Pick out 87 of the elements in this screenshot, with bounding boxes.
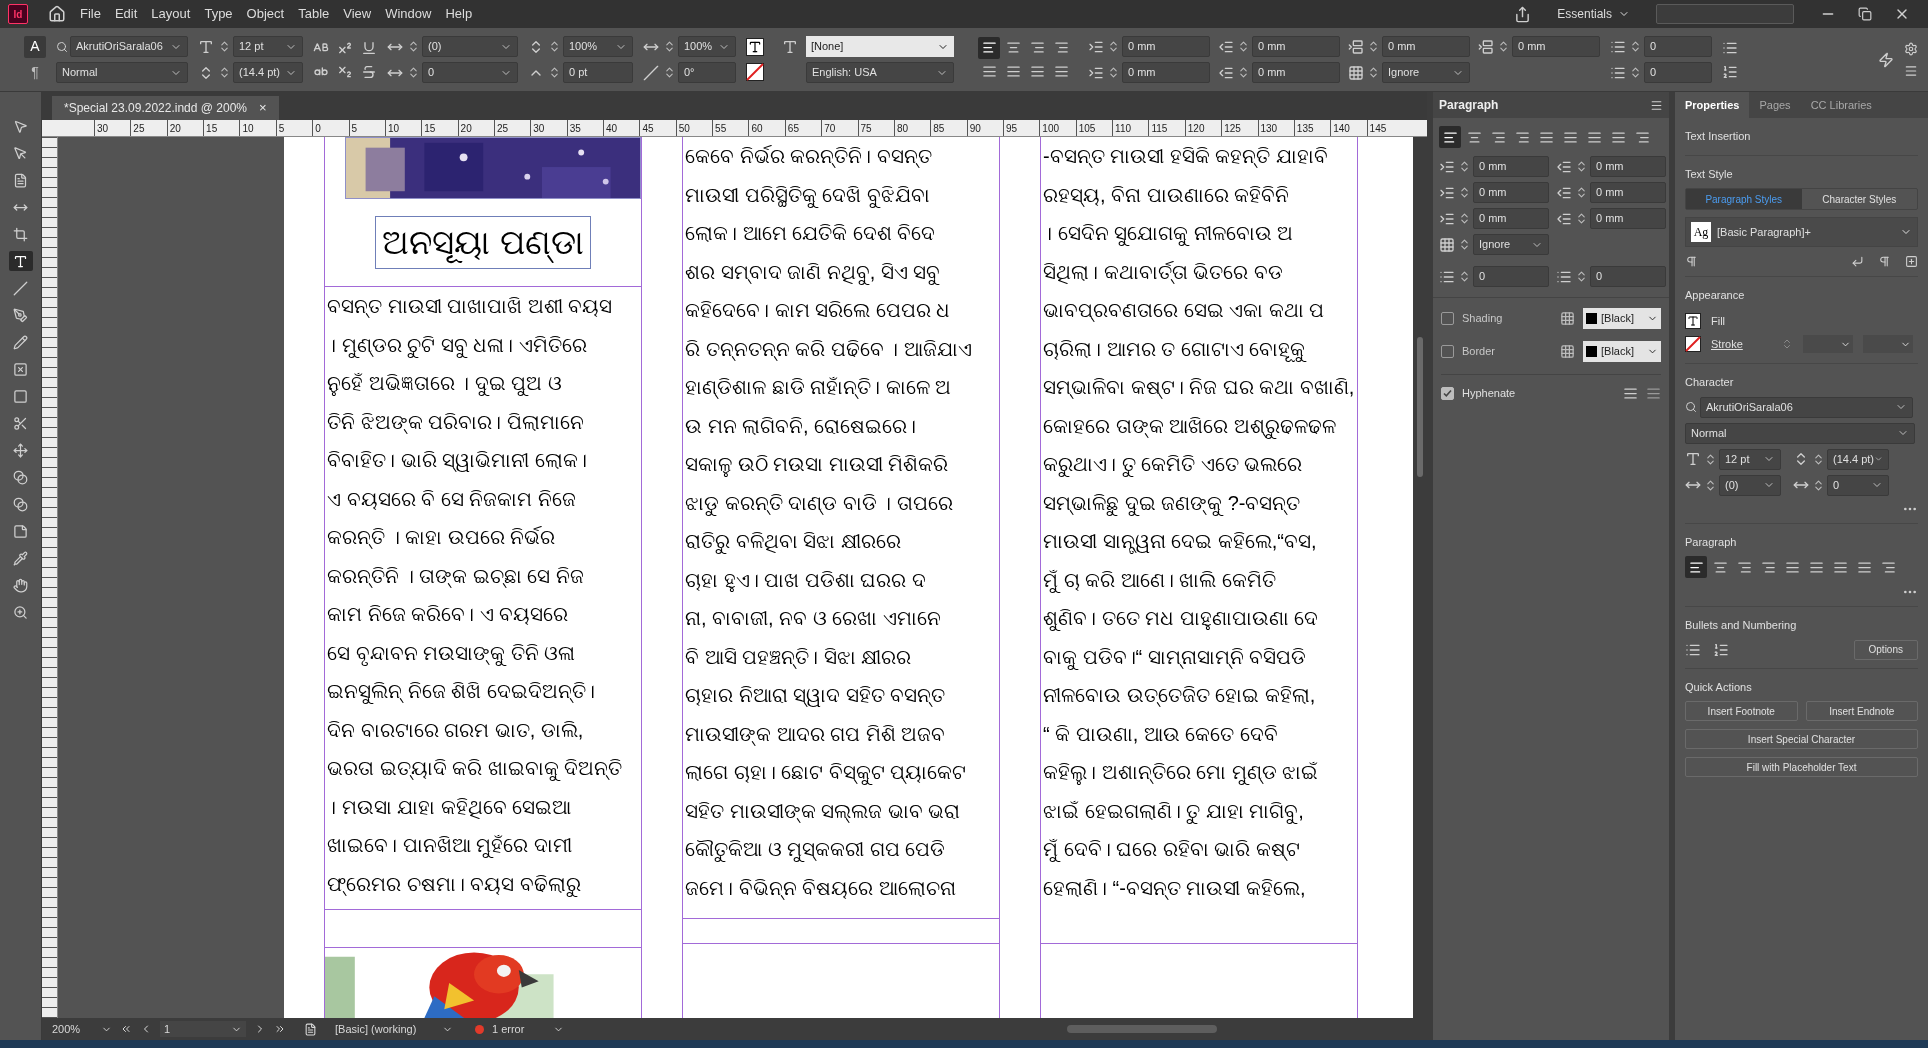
- input-field[interactable]: Normal: [1685, 422, 1915, 444]
- input-field[interactable]: 0 mm: [1512, 36, 1600, 57]
- section-title: Text Insertion: [1685, 118, 1918, 156]
- color-field[interactable]: [Black]: [1583, 308, 1661, 329]
- input-field[interactable]: English: USA: [806, 62, 954, 83]
- input-field[interactable]: (14.4 pt): [1827, 448, 1889, 470]
- menu-item[interactable]: Table: [298, 4, 330, 24]
- color-field[interactable]: [Black]: [1583, 341, 1661, 362]
- input-field[interactable]: (0): [1719, 474, 1781, 496]
- panel-tab[interactable]: CC Libraries: [1800, 92, 1882, 118]
- section-title: Character: [1685, 375, 1735, 390]
- section-title: Bullets and Numbering: [1685, 618, 1798, 633]
- input-field[interactable]: 0: [1473, 266, 1549, 287]
- input-field[interactable]: 0°: [678, 62, 736, 83]
- article-heading: ଅନସୂୟା ପଣ୍ଡା: [375, 216, 591, 269]
- options-button[interactable]: Options: [1853, 639, 1918, 660]
- input-field[interactable]: 0 mm: [1252, 36, 1340, 57]
- style-tab[interactable]: Paragraph Styles: [1686, 189, 1802, 209]
- input-field[interactable]: 0: [1590, 266, 1666, 287]
- input-field[interactable]: 12 pt: [233, 36, 303, 57]
- option-label: Border: [1462, 344, 1496, 360]
- input-field[interactable]: 0 mm: [1590, 156, 1666, 177]
- body-text: -ବସନ୍ତ ମାଉସୀ ହସିକି କହନ୍ତି ଯାହାବି ରହସ୍ୟ, ବିନା ପାଉଣାରେ କହିବିନି । ସେଦିନ ସୁଯୋଗକୁ ନୀଳବୋଉ ଅ ସିଥିଲା। କଥାବାର୍ତ୍ତା ଭିତରେ ବଡ ଭାବପ୍ରବଣତାରେ ସେଇ ଏକା କଥା ପ ଚାରିଲା। ଆମର ତ ଗୋଟାଏ ବୋହୂକୁ ସମ୍ଭାଳିବା କଷ୍ଟ। ନିଜ ଘର କଥା ବଖାଣି, କୋହରେ ତାଙ୍କ ଆଖିରେ ଅଶ୍ରୁଢଳଢଳ କରୁଥାଏ। ତୁ କେମିତି ଏତେ ଭଲରେ ସମ୍ଭାଳିଛୁ ଦୁଇ ଜଣଙ୍କୁ ?-ବସନ୍ତ ମାଉସୀ ସାନ୍ତ୍ୱନା ଦେଇ କହିଲେ,“ବସ, ମୁଁ ଚା କରି ଆଣେ। ଖାଲି କେମିତି ଶୁଣିବ। ତତେ ମଧ ପାହୁଣାପାଉଣା ଦେ ବାକୁ ପଡିବ।“ ସାମ୍ନାସାମ୍ନି ବସିପଡି ନୀଳବୋଉ ଉତ୍ତେଜିତ ହୋଇ କହିଲା, “ କି ପାଉଣା, ଆଉ କେତେ ଦେବି କହିଲୁ। ଅଶାନ୍ତିରେ ମୋ ମୁଣ୍ଡ ଝାଇଁ ଝାଇଁ ହେଇଗଲାଣି। ତୁ ଯାହା ମାଗିବୁ, ମୁଁ ଦେବି। ଘରେ ରହିବା ଭାରି କଷ୍ଟ ହେଲାଣି। “-ବସନ୍ତ ମାଉସୀ କହିଲେ,: [1042, 144, 1356, 902]
- input-field[interactable]: 0 mm: [1590, 182, 1666, 203]
- action-button[interactable]: Fill with Placeholder Text: [1685, 757, 1918, 777]
- body-text: ବସନ୍ତ ମାଉସୀ ପାଖାପାଖି ଅଶୀ ବୟସ । ମୁଣ୍ଡର ଚୁଟି ସବୁ ଧଳା। ଏମିତିରେ ନୁହେଁ ଅଭିଜ୍ଞତାରେ । ଦୁଇ ପୁଅ ଓ ତିନି ଝିଅଙ୍କ ପରିବାର। ପିଲାମାନେ ବିବାହିତ। ଭାରି ସ୍ୱାଭିମାନୀ ଲୋକ। ଏ ବୟସରେ ବି ସେ ନିଜକାମ ନିଜେ କରନ୍ତି । କାହା ଉପରେ ନିର୍ଭର କରନ୍ତିନି । ତାଙ୍କ ଇଚ୍ଛା ସେ ନିଜ କାମ ନିଜେ କରିବେ। ଏ ବୟସରେ ସେ ବୃନ୍ଦାବନ ମଉସାଙ୍କୁ ତିନି ଓଳା ଇନସୁଲିନ୍ ନିଜେ ଶିଖି ଦେଇଦିଅନ୍ତି। ଦିନ ବାରଟାରେ ଗରମ ଭାତ, ଡାଲି, ଭରତା ଇତ୍ୟାଦି କରି ଖାଇବାକୁ ଦିଅନ୍ତି । ମଉସା ଯାହା କହିଥିବେ ସେଇଆ ଖାଇବେ। ପାନଖିଆ ମୁହଁରେ ଦାମୀ ଫ୍ରେମର ଚଷମା। ବୟସ ବଢିଲାରୁ: [326, 294, 624, 899]
- input-field[interactable]: 12 pt: [1719, 448, 1781, 470]
- action-button[interactable]: Insert Endnote: [1805, 701, 1918, 721]
- menu-item[interactable]: Object: [246, 4, 285, 24]
- mode-button[interactable]: ¶: [24, 61, 46, 84]
- workspace-switcher[interactable]: Essentials: [1557, 5, 1630, 23]
- option-label: Hyphenate: [1462, 386, 1516, 401]
- menu-item[interactable]: Window: [385, 4, 432, 24]
- mode-button[interactable]: A: [24, 35, 46, 58]
- input-field[interactable]: (14.4 pt): [233, 62, 303, 83]
- menu-item[interactable]: File: [80, 4, 101, 24]
- input-field[interactable]: 0 mm: [1473, 156, 1549, 177]
- input-field[interactable]: AkrutiOriSarala06: [70, 36, 188, 57]
- input-field[interactable]: 0: [1644, 36, 1712, 57]
- section-title: Paragraph: [1685, 534, 1738, 550]
- menu-item[interactable]: Layout: [151, 4, 191, 24]
- input-field[interactable]: 0 mm: [1252, 62, 1340, 83]
- style-badge: Ag: [1691, 222, 1711, 242]
- panel-tab[interactable]: Properties: [1675, 92, 1750, 118]
- section-title: Text Style: [1685, 166, 1734, 182]
- input-field[interactable]: 0 mm: [1382, 36, 1470, 57]
- input-field[interactable]: Ignore: [1382, 62, 1470, 83]
- fill-label: Fill: [1711, 313, 1726, 329]
- menu-item[interactable]: View: [343, 4, 372, 24]
- body-text: କେବେ ନିର୍ଭର କରନ୍ତିନି। ବସନ୍ତ ମାଉସୀ ପରିସ୍ଥିତିକୁ ଦେଖି ବୁଝିଯିବା ଲୋକ। ଆମେ ଯେତିକି ଦେଶ ବିଦେ ଶର ସମ୍ବାଦ ଜାଣି ନଥିବୁ, ସିଏ ସବୁ କହିଦେବେ। କାମ ସରିଲେ ପେପର ଧ ରି ତନ୍ନତନ୍ନ କରି ପଢିବେ । ଆଜିଯାଏ ହାଣ୍ଡିଶାଳ ଛାଡି ନାହାଁନ୍ତି। କାଳେ ଅ ଉ ମନ ଲାଗିବନି, ରୋଷେଇରେ। ସକାଳୁ ଉଠି ମଉସା ମାଉସୀ ମିଶିକରି ଝାଡୁ କରନ୍ତି ଦାଣ୍ଡ ବାଡି । ତାପରେ ରାତିରୁ ବଳିଥିବା ସିଝା କ୍ଷୀରରେ ଚାହା ହୁଏ। ପାଖ ପଡିଶା ଘରର ଦ ନା, ବାବାଜୀ, ନବ ଓ ରେଖା ଏମାନେ ବି ଆସି ପହଞ୍ଚନ୍ତି। ସିଝା କ୍ଷୀରର ଚାହାର ନିଆରା ସ୍ୱାଦ ସହିତ ବସନ୍ତ ମାଉସୀଙ୍କ ଆଦର ଗପ ମିଶି ଅଜବ ଲାଗେ ଚାହା। ଛୋଟ ବିସ୍କୁଟ ପ୍ୟାକେଟ ସହିତ ମାଉସୀଙ୍କ ସଲ୍ଲଜ ଭାବ ଭରା କୌତୁକିଆ ଓ ମୁସ୍କକରୀ ଗପ ପେଡି ଜମେ। ବିଭିନ୍ନ ବିଷୟରେ ଆଲୋଚନା: [684, 144, 973, 902]
- input-field[interactable]: 0: [422, 62, 518, 83]
- preflight-field[interactable]: 1 error: [492, 1020, 564, 1038]
- input-field[interactable]: 0: [1644, 62, 1712, 83]
- menu-item[interactable]: Type: [204, 4, 233, 24]
- paragraph-style-field[interactable]: Ag [Basic Paragraph]+: [1685, 217, 1918, 247]
- input-field[interactable]: 0 pt: [563, 62, 633, 83]
- input-field[interactable]: AkrutiOriSarala06: [1700, 396, 1913, 418]
- input-field[interactable]: Ignore: [1473, 234, 1549, 255]
- character-style-field[interactable]: [None]: [806, 36, 954, 57]
- input-field[interactable]: 0 mm: [1473, 208, 1549, 229]
- close-button[interactable]: ×: [259, 98, 267, 118]
- app-logo[interactable]: Id: [8, 4, 28, 24]
- section-title: Appearance: [1685, 288, 1746, 303]
- stroke-link[interactable]: Stroke: [1711, 335, 1771, 353]
- style-tab[interactable]: Character Styles: [1801, 189, 1917, 209]
- input-field[interactable]: 100%: [678, 36, 736, 57]
- input-field[interactable]: 0 mm: [1122, 36, 1210, 57]
- section-title: Quick Actions: [1685, 679, 1753, 695]
- horizontal-ruler: 30 25 20 15 10 5 0 5 10 15 20 25 30 35 40 45 50 55 60 65 70 75 80 85 90 95 100 105 110 115 120 125 130 135 140 145: [58, 120, 1411, 136]
- input-field[interactable]: 0 mm: [1122, 62, 1210, 83]
- zoom-field[interactable]: 200%: [52, 1020, 112, 1038]
- input-field[interactable]: 100%: [563, 36, 633, 57]
- input-field[interactable]: Normal: [56, 62, 188, 83]
- document-tab[interactable]: *Special 23.09.2022.indd @ 200% ×: [52, 96, 279, 120]
- input-field[interactable]: 0: [1827, 474, 1889, 496]
- menu-item[interactable]: Edit: [114, 4, 138, 24]
- option-label: Shading: [1462, 311, 1503, 327]
- page-field[interactable]: 1: [160, 1021, 246, 1037]
- menu-item[interactable]: Help: [445, 4, 473, 24]
- input-field[interactable]: (0): [422, 36, 518, 57]
- action-button[interactable]: Insert Special Character: [1685, 729, 1918, 749]
- profile-field[interactable]: [Basic] (working): [335, 1020, 453, 1038]
- panel-title[interactable]: Paragraph: [1439, 96, 1499, 114]
- panel-tab[interactable]: Pages: [1749, 92, 1801, 118]
- action-button[interactable]: Insert Footnote: [1685, 701, 1798, 721]
- input-field[interactable]: 0 mm: [1473, 182, 1549, 203]
- input-field[interactable]: 0 mm: [1590, 208, 1666, 229]
